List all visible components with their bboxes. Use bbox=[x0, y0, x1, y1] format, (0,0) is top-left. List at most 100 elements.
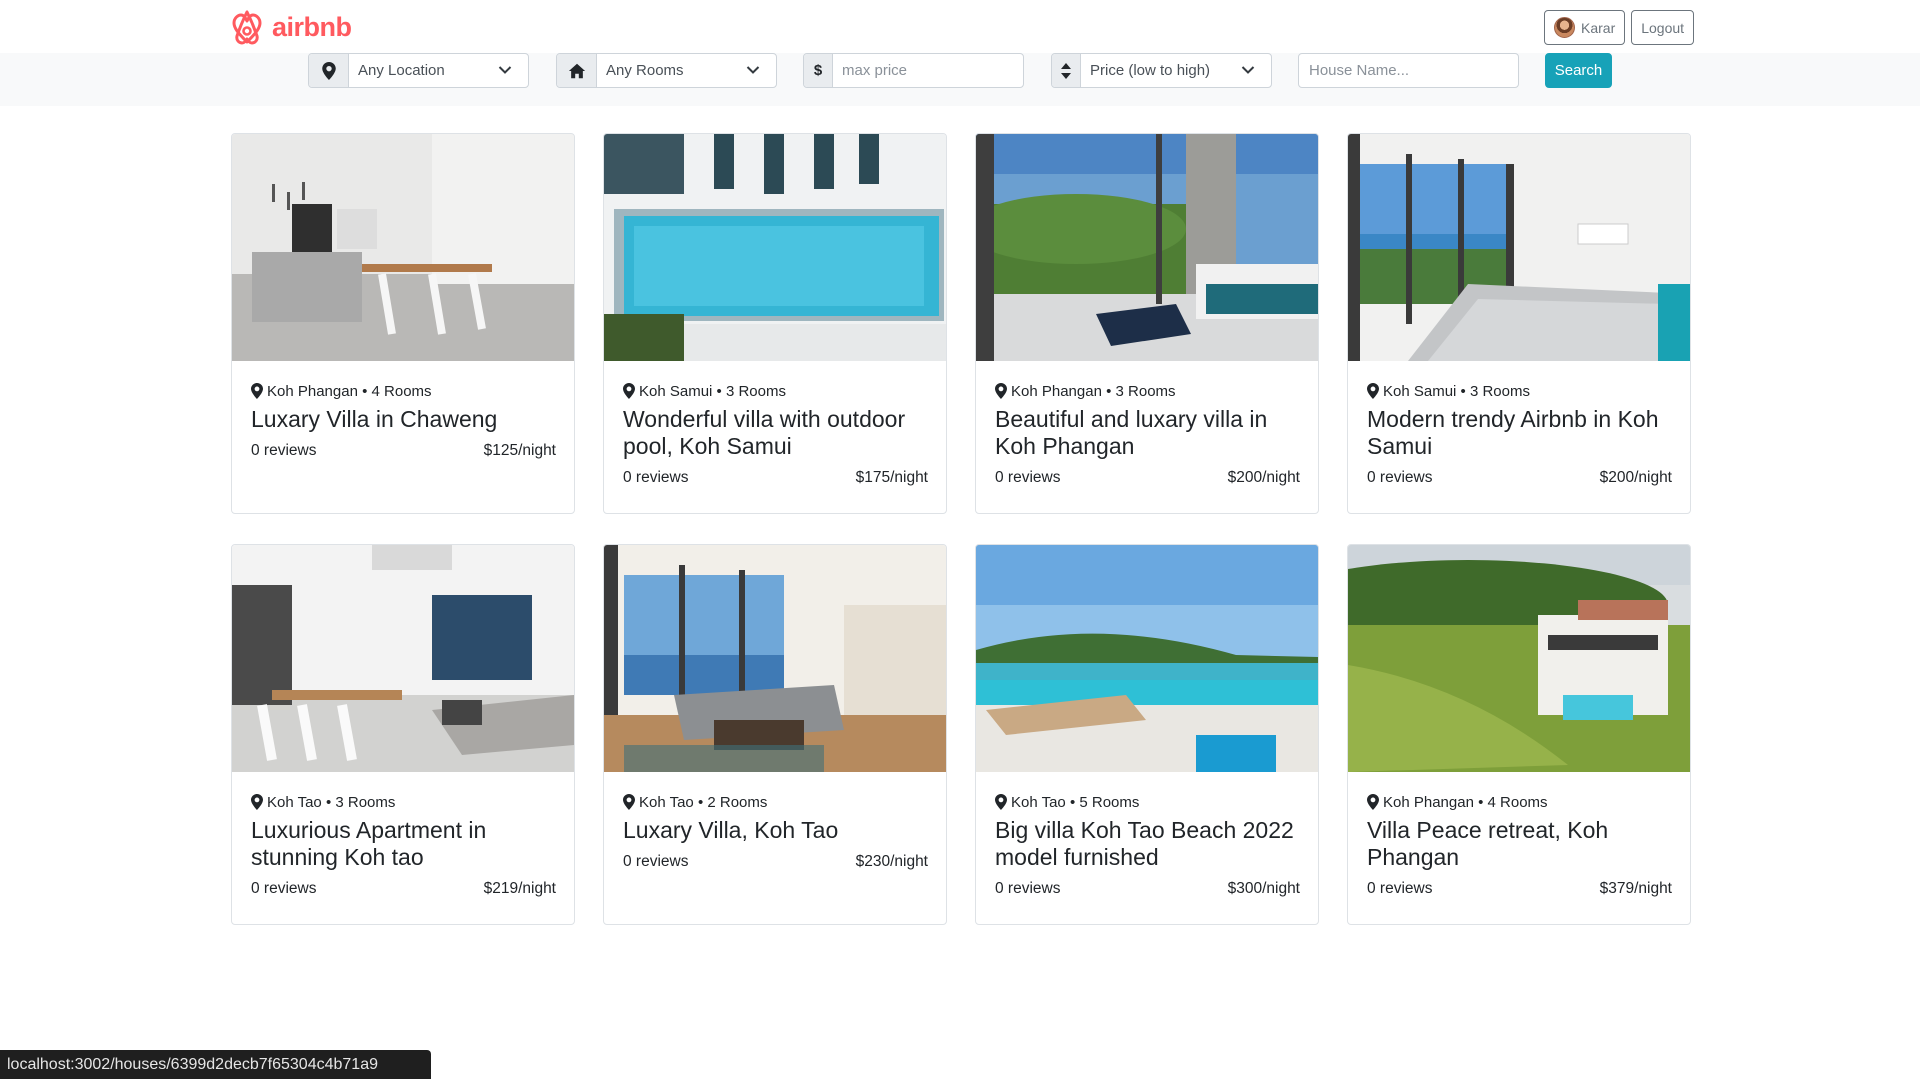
rooms-select[interactable]: Any Rooms bbox=[556, 53, 777, 88]
card-footer: 0 reviews $200/night bbox=[1367, 469, 1672, 487]
card-location: Koh Phangan bbox=[1011, 382, 1102, 400]
house-card[interactable]: Koh Phangan • 4 Rooms Luxary Villa in Ch… bbox=[231, 133, 575, 514]
card-reviews: 0 reviews bbox=[623, 853, 689, 870]
card-title: Big villa Koh Tao Beach 2022 model furni… bbox=[995, 817, 1294, 870]
card-title: Modern trendy Airbnb in Koh Samui bbox=[1367, 406, 1659, 459]
airbnb-logo-icon bbox=[232, 10, 262, 45]
max-price-input[interactable]: $ max price bbox=[803, 53, 1024, 88]
card-rooms: 3 Rooms bbox=[725, 382, 786, 400]
avatar bbox=[1554, 17, 1575, 38]
house-card[interactable]: Koh Tao • 2 Rooms Luxary Villa, Koh Tao … bbox=[603, 544, 947, 925]
card-location: Koh Tao bbox=[1011, 793, 1066, 811]
card-title: Villa Peace retreat, Koh Phangan bbox=[1367, 817, 1609, 870]
logout-button[interactable]: Logout bbox=[1631, 10, 1695, 45]
map-marker-icon bbox=[623, 794, 635, 810]
chevron-down-icon bbox=[1241, 66, 1255, 74]
navbar: airbnb Karar Logout bbox=[0, 0, 1920, 53]
card-location: Koh Phangan bbox=[1383, 793, 1474, 811]
card-reviews: 0 reviews bbox=[1367, 880, 1433, 897]
house-photo bbox=[232, 134, 574, 361]
sort-icon bbox=[1052, 54, 1081, 87]
map-marker-icon bbox=[309, 54, 349, 87]
max-price-placeholder: max price bbox=[842, 62, 908, 79]
card-title: Luxurious Apartment in stunning Koh tao bbox=[251, 817, 487, 870]
card-rooms: 4 Rooms bbox=[371, 382, 432, 400]
card-body: Koh Phangan • 4 Rooms Luxary Villa in Ch… bbox=[251, 382, 556, 460]
house-card[interactable]: Koh Phangan • 3 Rooms Beautiful and luxa… bbox=[975, 133, 1319, 514]
card-price: $379/night bbox=[1599, 880, 1672, 897]
card-title: Luxary Villa in Chaweng bbox=[251, 406, 498, 432]
house-name-placeholder: House Name... bbox=[1309, 62, 1410, 79]
card-meta: Koh Phangan • 4 Rooms bbox=[1367, 793, 1672, 811]
card-meta: Koh Samui • 3 Rooms bbox=[1367, 382, 1672, 400]
profile-name: Karar bbox=[1581, 19, 1616, 36]
card-rooms: 3 Rooms bbox=[1115, 382, 1176, 400]
card-price: $230/night bbox=[855, 853, 928, 870]
card-footer: 0 reviews $300/night bbox=[995, 880, 1300, 898]
card-body: Koh Tao • 5 Rooms Big villa Koh Tao Beac… bbox=[995, 793, 1300, 898]
card-body: Koh Phangan • 4 Rooms Villa Peace retrea… bbox=[1367, 793, 1672, 898]
card-meta: Koh Phangan • 4 Rooms bbox=[251, 382, 556, 400]
card-footer: 0 reviews $125/night bbox=[251, 442, 556, 460]
card-reviews: 0 reviews bbox=[995, 880, 1061, 897]
house-photo bbox=[976, 134, 1318, 361]
search-button[interactable]: Search bbox=[1545, 53, 1612, 88]
card-price: $300/night bbox=[1227, 880, 1300, 897]
map-marker-icon bbox=[1367, 794, 1379, 810]
brand-name: airbnb bbox=[272, 11, 352, 42]
card-price: $175/night bbox=[855, 469, 928, 486]
card-rooms: 3 Rooms bbox=[1469, 382, 1530, 400]
card-meta: Koh Phangan • 3 Rooms bbox=[995, 382, 1300, 400]
house-name-input[interactable]: House Name... bbox=[1298, 53, 1519, 88]
card-reviews: 0 reviews bbox=[623, 469, 689, 486]
card-meta: Koh Tao • 2 Rooms bbox=[623, 793, 928, 811]
card-reviews: 0 reviews bbox=[251, 442, 317, 459]
card-rooms: 5 Rooms bbox=[1079, 793, 1140, 811]
house-card[interactable]: Koh Tao • 3 Rooms Luxurious Apartment in… bbox=[231, 544, 575, 925]
brand-logo[interactable]: airbnb bbox=[230, 8, 352, 46]
card-price: $200/night bbox=[1599, 469, 1672, 486]
card-title: Luxary Villa, Koh Tao bbox=[623, 817, 839, 843]
card-reviews: 0 reviews bbox=[251, 880, 317, 897]
sort-select[interactable]: Price (low to high) bbox=[1051, 53, 1272, 88]
card-footer: 0 reviews $219/night bbox=[251, 880, 556, 898]
card-reviews: 0 reviews bbox=[1367, 469, 1433, 486]
card-rooms: 2 Rooms bbox=[707, 793, 768, 811]
card-body: Koh Tao • 3 Rooms Luxurious Apartment in… bbox=[251, 793, 556, 898]
card-rooms: 3 Rooms bbox=[335, 793, 396, 811]
dollar-addon: $ bbox=[804, 54, 833, 87]
card-meta: Koh Tao • 3 Rooms bbox=[251, 793, 556, 811]
card-reviews: 0 reviews bbox=[995, 469, 1061, 486]
house-photo bbox=[976, 545, 1318, 772]
card-rooms: 4 Rooms bbox=[1487, 793, 1548, 811]
house-card[interactable]: Koh Phangan • 4 Rooms Villa Peace retrea… bbox=[1347, 544, 1691, 925]
card-price: $125/night bbox=[483, 442, 556, 459]
link-status-bar: localhost:3002/houses/6399d2decb7f65304c… bbox=[0, 1050, 431, 1079]
location-select[interactable]: Any Location bbox=[308, 53, 529, 88]
house-card[interactable]: Koh Tao • 5 Rooms Big villa Koh Tao Beac… bbox=[975, 544, 1319, 925]
map-marker-icon bbox=[251, 794, 263, 810]
card-body: Koh Samui • 3 Rooms Wonderful villa with… bbox=[623, 382, 928, 487]
card-body: Koh Samui • 3 Rooms Modern trendy Airbnb… bbox=[1367, 382, 1672, 487]
house-card[interactable]: Koh Samui • 3 Rooms Modern trendy Airbnb… bbox=[1347, 133, 1691, 514]
house-photo bbox=[1348, 545, 1690, 772]
card-body: Koh Phangan • 3 Rooms Beautiful and luxa… bbox=[995, 382, 1300, 487]
card-footer: 0 reviews $175/night bbox=[623, 469, 928, 487]
house-photo bbox=[604, 545, 946, 772]
nav-actions: Karar Logout bbox=[1544, 10, 1695, 45]
card-meta: Koh Samui • 3 Rooms bbox=[623, 382, 928, 400]
map-marker-icon bbox=[1367, 383, 1379, 399]
card-footer: 0 reviews $379/night bbox=[1367, 880, 1672, 898]
map-marker-icon bbox=[623, 383, 635, 399]
map-marker-icon bbox=[995, 383, 1007, 399]
card-meta: Koh Tao • 5 Rooms bbox=[995, 793, 1300, 811]
profile-button[interactable]: Karar bbox=[1544, 10, 1626, 45]
chevron-down-icon bbox=[746, 66, 760, 74]
house-photo bbox=[232, 545, 574, 772]
house-card[interactable]: Koh Samui • 3 Rooms Wonderful villa with… bbox=[603, 133, 947, 514]
card-title: Beautiful and luxary villa in Koh Phanga… bbox=[995, 406, 1268, 459]
card-title: Wonderful villa with outdoor pool, Koh S… bbox=[623, 406, 906, 459]
home-icon bbox=[557, 54, 597, 87]
card-location: Koh Phangan bbox=[267, 382, 358, 400]
card-price: $219/night bbox=[483, 880, 556, 897]
